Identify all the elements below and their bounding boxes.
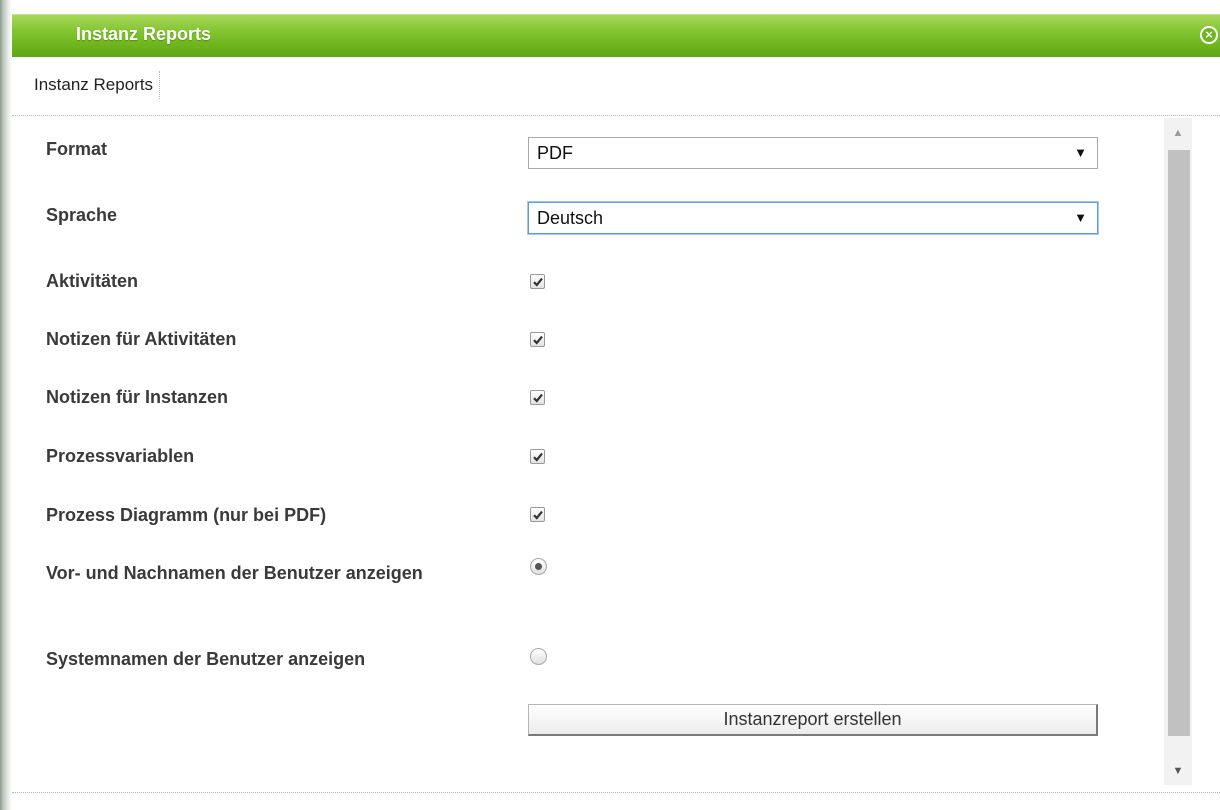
aktivitaeten-label: Aktivitäten <box>46 271 139 291</box>
dialog-titlebar[interactable]: Instanz Reports × <box>12 14 1220 57</box>
prozess-diagramm-checkbox[interactable] <box>530 507 545 522</box>
dropdown-arrow-icon: ▼ <box>1074 210 1087 225</box>
notizen-instanzen-checkbox[interactable] <box>530 390 545 405</box>
instanzreport-erstellen-button[interactable]: Instanzreport erstellen <box>528 704 1098 736</box>
prozessvariablen-label: Prozessvariablen <box>46 446 195 466</box>
radio-selected-dot <box>535 563 542 570</box>
systemnamen-label: Systemnamen der Benutzer anzeigen <box>46 649 366 669</box>
notizen-instanzen-label: Notizen für Instanzen <box>46 387 229 407</box>
checkmark-icon <box>533 510 543 520</box>
bottom-divider <box>12 792 1220 793</box>
aktivitaeten-checkbox[interactable] <box>530 274 545 289</box>
vor-nachnamen-radio[interactable] <box>530 558 547 575</box>
checkmark-icon <box>533 393 543 403</box>
language-select[interactable]: Deutsch ▼ <box>528 202 1098 234</box>
dialog-title: Instanz Reports <box>76 24 212 44</box>
dropdown-arrow-icon: ▼ <box>1074 145 1087 160</box>
instanz-reports-dialog: Instanz Reports × Instanz Reports Format… <box>12 0 1220 810</box>
tab-instanz-reports[interactable]: Instanz Reports <box>34 71 161 99</box>
close-icon[interactable]: × <box>1200 26 1218 44</box>
background-edge <box>0 0 12 810</box>
vertical-scrollbar[interactable]: ▲ ▼ <box>1164 118 1192 785</box>
format-label: Format <box>46 139 108 159</box>
systemnamen-radio[interactable] <box>530 648 547 665</box>
notizen-aktivitaeten-label: Notizen für Aktivitäten <box>46 329 237 349</box>
scroll-up-arrow-icon[interactable]: ▲ <box>1164 118 1192 148</box>
language-select-value: Deutsch <box>537 208 604 228</box>
checkmark-icon <box>533 452 543 462</box>
prozessvariablen-checkbox[interactable] <box>530 449 545 464</box>
notizen-aktivitaeten-checkbox[interactable] <box>530 332 545 347</box>
format-select-value: PDF <box>537 143 573 163</box>
scroll-down-arrow-icon[interactable]: ▼ <box>1164 758 1192 785</box>
checkmark-icon <box>533 335 543 345</box>
scrollbar-thumb[interactable] <box>1168 150 1190 736</box>
prozess-diagramm-label: Prozess Diagramm (nur bei PDF) <box>46 505 327 525</box>
language-label: Sprache <box>46 205 118 225</box>
checkmark-icon <box>533 277 543 287</box>
vor-nachnamen-label: Vor- und Nachnamen der Benutzer anzeigen <box>46 563 423 583</box>
format-select[interactable]: PDF ▼ <box>528 137 1098 169</box>
tab-bar: Instanz Reports <box>12 57 1220 116</box>
